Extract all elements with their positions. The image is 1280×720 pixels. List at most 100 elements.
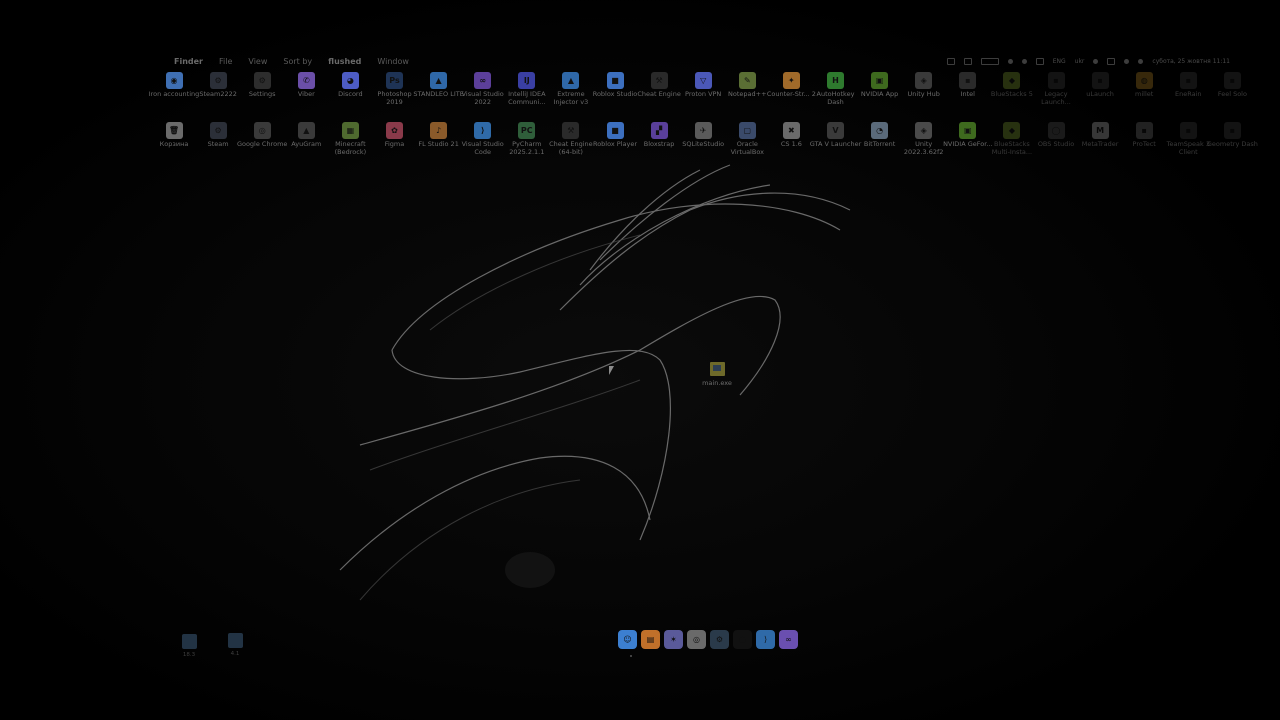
app-icon: V <box>827 122 844 139</box>
clock[interactable]: субота, 25 жовтня 11:11 <box>1152 58 1230 65</box>
app-icon: ▪ <box>1091 72 1109 89</box>
desktop-icon[interactable]: ✈ SQLiteStudio <box>680 122 726 149</box>
desktop-icon[interactable]: ▪ Feel Solo <box>1209 72 1255 99</box>
dock-item-app-2[interactable]: ▤ <box>641 629 660 649</box>
desktop-icon[interactable]: ▪ ProTect <box>1121 122 1167 149</box>
app-icon: ◔ <box>871 122 889 139</box>
desktop-icon[interactable]: ▪ Geometry Dash <box>1207 122 1258 149</box>
desktop-icon[interactable]: ⚙ Steam2222 <box>195 72 241 99</box>
app-icon: ⚒ <box>562 122 580 139</box>
desktop-icon[interactable]: ♪ FL Studio 21 <box>416 122 462 149</box>
search-icon[interactable] <box>1124 58 1130 64</box>
desktop-icon[interactable]: ▪ Legacy Launch... <box>1033 72 1079 106</box>
siri-icon[interactable] <box>1138 58 1144 64</box>
shortcut-18-3[interactable]: 18.3 <box>177 634 201 658</box>
menu-bar: Finder File View Sort by flushed Window … <box>160 52 1230 70</box>
app-icon: H <box>827 72 844 89</box>
shortcut-label: 4.1 <box>230 651 240 657</box>
menu-flushed[interactable]: flushed <box>328 57 361 66</box>
desktop-icon[interactable]: ▪ TeamSpeak 3 Client <box>1165 122 1211 156</box>
control-center-icon[interactable] <box>946 57 955 65</box>
desktop-icon[interactable]: IJ IntelliJ IDEA Communi... <box>504 72 550 106</box>
desktop-icon[interactable]: ▢ Oracle VirtualBox <box>724 122 770 156</box>
desktop-icon[interactable]: ◈ Unity Hub <box>901 72 947 99</box>
desktop-icon[interactable]: ⟩ Visual Studio Code <box>460 122 506 156</box>
dock-item-chrome[interactable]: ◎ <box>687 629 706 649</box>
menu-view[interactable]: View <box>248 57 267 66</box>
desktop-icon[interactable]: ◎ Google Chrome <box>237 122 287 149</box>
desktop-icon[interactable]: 🗑 Корзина <box>151 122 197 149</box>
desktop-icon[interactable]: M MetaTrader <box>1077 122 1123 149</box>
desktop-icon[interactable]: ▣ NVIDIA GeFor... <box>943 122 993 149</box>
layout-indicator[interactable]: ukr <box>1075 58 1085 65</box>
desktop-icon[interactable]: H AutoHotkey Dash <box>813 72 859 106</box>
app-icon: ◆ <box>1003 122 1021 139</box>
app-icon: ⚒ <box>650 72 668 89</box>
dock-item-app-6[interactable]: ● <box>733 629 752 649</box>
screenshot-icon[interactable] <box>963 57 972 65</box>
desktop-icon[interactable]: ◍ millet <box>1121 72 1167 99</box>
desktop-icon[interactable]: ■ Roblox Studio <box>592 72 638 99</box>
desktop-icon[interactable]: ⚒ Cheat Engine <box>636 72 682 99</box>
desktop-icon[interactable]: ✆ Viber <box>283 72 329 99</box>
shortcut-label: 18.3 <box>182 652 196 658</box>
desktop-icon[interactable]: ∞ Visual Studio 2022 <box>460 72 506 106</box>
desktop-icon[interactable]: ▲ AyuGram <box>283 122 329 149</box>
desktop-icon[interactable]: ◔ BitTorrent <box>857 122 903 149</box>
dock-item-app-3[interactable]: ✶ <box>664 629 683 649</box>
desktop-icon[interactable]: ▞ Bloxstrap <box>636 122 682 149</box>
desktop-icon[interactable]: ✿ Figma <box>372 122 418 149</box>
volume-icon[interactable] <box>1093 58 1099 64</box>
desktop-icon[interactable]: ⚙ Settings <box>239 72 285 99</box>
wifi-icon[interactable] <box>1021 58 1027 64</box>
desktop-icon[interactable]: Ps Photoshop 2019 <box>372 72 418 106</box>
dock-running-indicator <box>630 655 632 657</box>
desktop-icon[interactable]: PC PyCharm 2025.2.1.1 <box>504 122 550 156</box>
shortcut-4-1[interactable]: 4.1 <box>223 633 247 657</box>
desktop-icon[interactable]: ✎ Notepad++ <box>724 72 770 99</box>
desktop-icon[interactable]: ▲ STANDLEO LITE <box>413 72 464 99</box>
menu-file[interactable]: File <box>219 57 232 66</box>
app-icon: ▲ <box>430 72 448 89</box>
notification-icon[interactable] <box>1107 57 1116 65</box>
app-icon: ■ <box>606 72 624 89</box>
desktop-icon[interactable]: ◉ Iron accounting <box>149 72 199 99</box>
app-icon: ✖ <box>782 122 800 139</box>
desktop-icon[interactable]: ◕ Discord <box>327 72 373 99</box>
desktop-icon[interactable]: ■ Roblox Player <box>592 122 638 149</box>
desktop-icon[interactable]: ⚒ Cheat Engine (64-bit) <box>548 122 594 156</box>
app-icon: ✎ <box>738 72 756 89</box>
desktop-icon[interactable]: ⚙ Steam <box>195 122 241 149</box>
desktop-icon[interactable]: ▪ uLaunch <box>1077 72 1123 99</box>
menu-finder[interactable]: Finder <box>174 57 203 66</box>
desktop-file-main-exe[interactable]: main.exe <box>700 362 734 387</box>
app-icon: ▪ <box>1047 72 1065 89</box>
desktop-icon[interactable]: ✦ Counter-Str... 2 <box>767 72 816 99</box>
desktop-icon[interactable]: ◆ BlueStacks Multi-Insta... <box>989 122 1035 156</box>
file-label: main.exe <box>702 379 732 387</box>
app-icon: ◎ <box>253 122 271 139</box>
menu-sort-by[interactable]: Sort by <box>283 57 312 66</box>
battery-icon[interactable] <box>1035 57 1044 65</box>
app-icon: ✿ <box>386 122 403 139</box>
desktop-icon[interactable]: ▣ NVIDIA App <box>857 72 903 99</box>
desktop-icon[interactable]: ◈ Unity 2022.3.62f2 <box>901 122 947 156</box>
language-indicator[interactable]: ENG <box>1053 58 1066 65</box>
desktop-icon[interactable]: ▽ Proton VPN <box>680 72 726 99</box>
desktop-icon[interactable]: ◯ OBS Studio <box>1033 122 1079 149</box>
dock-item-visual-studio[interactable]: ∞ <box>779 629 798 649</box>
dock-item-vscode[interactable]: ⟩ <box>756 629 775 649</box>
bluetooth-icon[interactable] <box>1007 58 1013 64</box>
desktop-icon[interactable]: ✖ CS 1.6 <box>768 122 814 149</box>
dock-item-steam[interactable]: ⚙ <box>710 629 729 649</box>
desktop-icon[interactable]: ▪ EneRain <box>1165 72 1211 99</box>
desktop-icon[interactable]: ▪ Intel <box>945 72 991 99</box>
menu-window[interactable]: Window <box>377 57 409 66</box>
display-icon[interactable] <box>980 57 999 65</box>
desktop-icon[interactable]: ▦ Minecraft (Bedrock) <box>327 122 373 156</box>
desktop-icon[interactable]: V GTA V Launcher <box>810 122 861 149</box>
desktop-icon[interactable]: ▲ Extreme Injector v3 <box>548 72 594 106</box>
desktop-icon[interactable]: ◆ BlueStacks 5 <box>989 72 1035 99</box>
dock-item-finder[interactable]: ☺ <box>618 629 637 649</box>
app-icon: ▪ <box>1223 72 1241 89</box>
